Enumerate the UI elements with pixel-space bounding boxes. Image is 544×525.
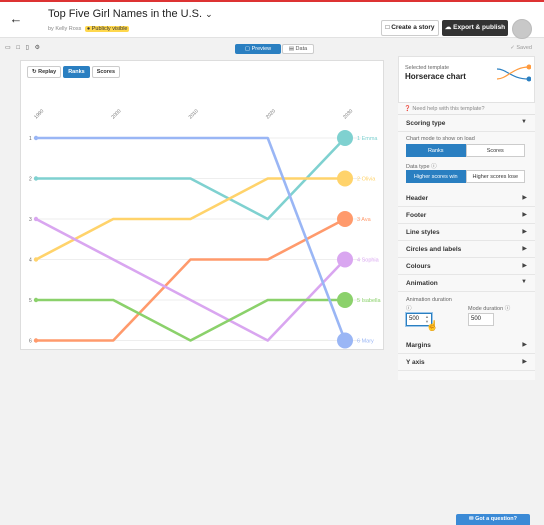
end-circle [337,251,353,268]
chart-preview: 1 2 3 4 5 6 1990 2000 2010 2020 2030 1 Emma 2 Olivia… [20,60,384,350]
replay-button[interactable]: ↻ Replay [27,66,62,78]
section-header[interactable]: Header ▶ [398,190,535,207]
back-arrow-icon[interactable]: ← [8,11,24,27]
series-line [35,217,346,342]
visibility-badge: ● Publicly visible [84,26,130,32]
info-icon[interactable]: ⓘ [505,306,511,312]
settings-sidebar: Selected template Horserace chart ❓ Need… [398,56,535,380]
y-tick-label: 5 [29,298,32,304]
export-publish-button[interactable]: ☁ Export & publish [442,20,508,36]
chevron-right-icon: ▶ [522,342,527,348]
mode-scores-option[interactable]: Scores [465,144,525,157]
author-text: by Kelly Ross [48,26,82,32]
chart-controls: ↻ Replay Ranks Scores [27,66,122,78]
title-text: Top Five Girl Names in the U.S. [48,8,203,20]
start-point [33,135,39,141]
series-label: 6 Mary [357,339,374,345]
higher-scores-win-option[interactable]: Higher scores win [406,170,466,183]
hand-cursor-icon: ☝ [426,321,439,332]
data-type-label: Data type ⓘ [406,164,437,170]
help-link[interactable]: ❓ Need help with this template? [398,103,535,115]
section-colours[interactable]: Colours ▶ [398,258,535,275]
x-tick-label: 2030 [342,108,354,120]
section-scoring-type[interactable]: Scoring type ▼ [398,115,535,132]
series-label: 4 Sophia [357,258,380,264]
y-tick-label: 6 [29,339,32,345]
x-tick-label: 2000 [110,108,122,120]
end-circle [337,130,353,146]
end-circle [337,170,353,187]
section-animation[interactable]: Animation ▼ [398,275,535,292]
got-a-question-button[interactable]: ✉ Got a question? [456,514,530,525]
mode-duration-input[interactable]: 500 [468,313,494,326]
section-line-styles[interactable]: Line styles ▶ [398,224,535,241]
avatar[interactable] [512,19,532,39]
y-tick-label: 3 [29,217,32,223]
chevron-down-icon: ▼ [521,279,527,285]
editor-toolbar: ▭ □ ▯ ⚙ ▢ Preview ▤ Data ✓ Saved [0,44,544,55]
start-point [33,338,39,343]
end-circle [337,292,353,308]
series-line [36,136,347,341]
saved-status: ✓ Saved [510,45,532,51]
chevron-right-icon: ▶ [522,246,527,252]
template-card[interactable]: Selected template Horserace chart [398,56,535,103]
chevron-right-icon: ▶ [522,359,527,365]
scores-button[interactable]: Scores [91,66,121,78]
y-tick-label: 2 [29,177,32,183]
series-line [36,217,346,342]
chevron-right-icon: ▶ [522,229,527,235]
series-line [36,298,345,342]
section-footer[interactable]: Footer ▶ [398,207,535,224]
horserace-chart: 1 2 3 4 5 6 1990 2000 2010 2020 2030 1 Emma 2 Olivia… [29,108,381,349]
series-label: 1 Emma [357,136,378,142]
x-tick-label: 1990 [33,108,45,120]
y-tick-label: 1 [29,136,32,142]
section-margins[interactable]: Margins ▶ [398,337,535,354]
data-type-toggle: Higher scores win Higher scores lose [406,170,525,183]
section-circles-labels[interactable]: Circles and labels ▶ [398,241,535,258]
start-point [33,257,39,262]
chevron-right-icon: ▶ [522,195,527,201]
chevron-right-icon: ▶ [522,263,527,269]
mode-duration-label: Mode duration ⓘ [468,306,511,312]
byline: by Kelly Ross ● Publicly visible [48,26,130,32]
end-circle [337,332,353,349]
device-preview-icons[interactable]: ▭ □ ▯ ⚙ [5,44,42,51]
template-label: Selected template [405,65,450,71]
mode-ranks-option[interactable]: Ranks [406,144,466,157]
x-tick-label: 2020 [265,108,277,120]
start-point [33,176,39,181]
visualisation-title[interactable]: Top Five Girl Names in the U.S. ⌄ [48,8,213,20]
series-label: 2 Olivia [357,177,376,183]
start-point [33,216,39,222]
series-label: 5 Isabella [357,298,381,304]
start-point [33,297,39,303]
template-thumbnail-icon [496,64,531,82]
higher-scores-lose-option[interactable]: Higher scores lose [465,170,525,183]
chart-mode-label: Chart mode to show on load [406,136,475,142]
tab-data[interactable]: ▤ Data [282,44,314,54]
animation-duration-label: Animation duration [406,297,452,303]
template-name: Horserace chart [405,72,466,81]
create-story-button[interactable]: □ Create a story [381,20,439,36]
y-tick-label: 4 [29,258,32,264]
chevron-right-icon: ▶ [522,212,527,218]
x-tick-label: 2010 [188,108,200,120]
section-y-axis[interactable]: Y axis ▶ [398,354,535,371]
chart-mode-toggle: Ranks Scores [406,144,525,157]
ranks-button[interactable]: Ranks [63,66,90,78]
end-circle [337,211,353,227]
series-label: 3 Ava [357,217,372,223]
info-icon[interactable]: ⓘ [406,304,412,312]
app-header: ← Top Five Girl Names in the U.S. ⌄ by Ke… [0,2,544,39]
tab-preview[interactable]: ▢ Preview [235,44,281,54]
chevron-down-icon: ▼ [521,119,527,125]
chevron-down-icon[interactable]: ⌄ [205,9,213,19]
